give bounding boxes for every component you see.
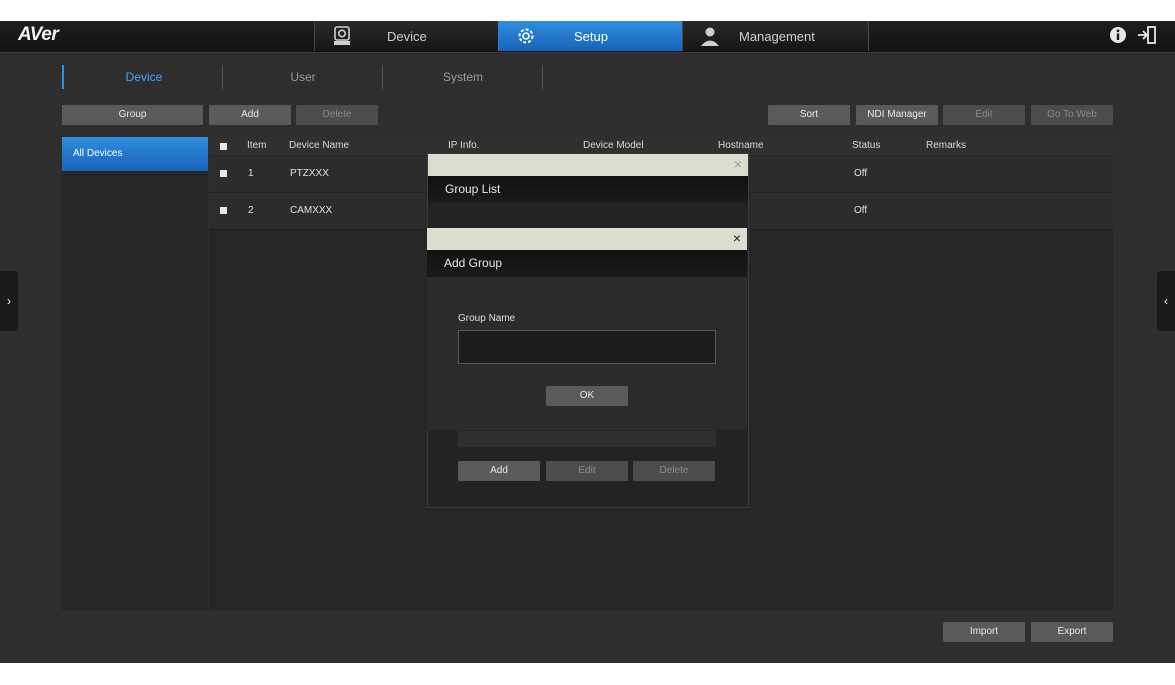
group-name-label: Group Name bbox=[458, 313, 516, 324]
header-status: Status bbox=[852, 140, 881, 151]
row-status: Off bbox=[854, 205, 868, 216]
add-group-header: × bbox=[427, 228, 747, 250]
subtab-divider bbox=[542, 65, 543, 89]
group-button[interactable]: Group bbox=[62, 105, 203, 125]
go-to-web-button[interactable]: Go To Web bbox=[1031, 105, 1113, 125]
user-icon bbox=[701, 27, 719, 46]
row-checkbox[interactable] bbox=[220, 170, 227, 177]
tab-device-label: Device bbox=[387, 29, 427, 44]
tab-device[interactable]: Device bbox=[314, 21, 499, 51]
brand-logo: AVer bbox=[18, 24, 59, 45]
row-device-name: CAMXXX bbox=[290, 205, 333, 216]
top-icons bbox=[1109, 26, 1157, 44]
row-item: 2 bbox=[248, 205, 254, 216]
subtab-user[interactable]: User bbox=[222, 65, 383, 89]
group-list-title: Group List bbox=[428, 176, 748, 203]
tab-management[interactable]: Management bbox=[682, 21, 869, 51]
group-list-header: × bbox=[428, 154, 748, 176]
select-all-checkbox[interactable] bbox=[220, 143, 227, 150]
header-item: Item bbox=[247, 140, 267, 151]
edit-button[interactable]: Edit bbox=[943, 105, 1025, 125]
header-device-model: Device Model bbox=[583, 140, 644, 151]
gear-icon bbox=[518, 28, 534, 44]
group-list-close-icon[interactable]: × bbox=[734, 156, 742, 172]
row-item: 1 bbox=[248, 168, 254, 179]
add-group-dialog: × Add Group Group Name OK bbox=[427, 228, 747, 430]
row-status: Off bbox=[854, 168, 868, 179]
all-devices-item[interactable]: All Devices bbox=[62, 137, 208, 171]
group-list-box[interactable] bbox=[458, 431, 716, 447]
tab-management-label: Management bbox=[739, 29, 815, 44]
header-device-name: Device Name bbox=[289, 140, 350, 151]
row-device-name: PTZXXX bbox=[290, 168, 329, 179]
import-button[interactable]: Import bbox=[943, 622, 1025, 642]
sort-button[interactable]: Sort bbox=[768, 105, 850, 125]
add-button[interactable]: Add bbox=[209, 105, 291, 125]
logout-icon[interactable] bbox=[1137, 26, 1157, 44]
top-bar: AVer Device Setup Management bbox=[0, 21, 1175, 53]
ok-button[interactable]: OK bbox=[546, 386, 628, 406]
header-ip-info: IP Info. bbox=[448, 140, 480, 151]
left-expand-arrow-icon[interactable]: › bbox=[0, 271, 18, 331]
header-remarks: Remarks bbox=[926, 140, 967, 151]
group-delete-button[interactable]: Delete bbox=[633, 461, 715, 481]
right-expand-arrow-icon[interactable]: ‹ bbox=[1157, 271, 1175, 331]
group-edit-button[interactable]: Edit bbox=[546, 461, 628, 481]
subtab-system[interactable]: System bbox=[382, 65, 543, 89]
app-window: AVer Device Setup Management Device User… bbox=[0, 21, 1175, 663]
delete-button[interactable]: Delete bbox=[296, 105, 378, 125]
subtab-device[interactable]: Device bbox=[62, 65, 224, 89]
group-name-input[interactable] bbox=[458, 330, 716, 364]
camera-icon bbox=[334, 26, 350, 45]
add-group-close-icon[interactable]: × bbox=[733, 230, 741, 246]
tab-setup-label: Setup bbox=[574, 29, 608, 44]
header-hostname: Hostname bbox=[718, 140, 764, 151]
group-add-button[interactable]: Add bbox=[458, 461, 540, 481]
export-button[interactable]: Export bbox=[1031, 622, 1113, 642]
ndi-manager-button[interactable]: NDI Manager bbox=[856, 105, 938, 125]
tab-setup[interactable]: Setup bbox=[498, 21, 683, 51]
row-checkbox[interactable] bbox=[220, 207, 227, 214]
add-group-title: Add Group bbox=[427, 250, 747, 277]
group-panel: All Devices bbox=[62, 137, 208, 610]
info-icon[interactable] bbox=[1109, 26, 1127, 44]
